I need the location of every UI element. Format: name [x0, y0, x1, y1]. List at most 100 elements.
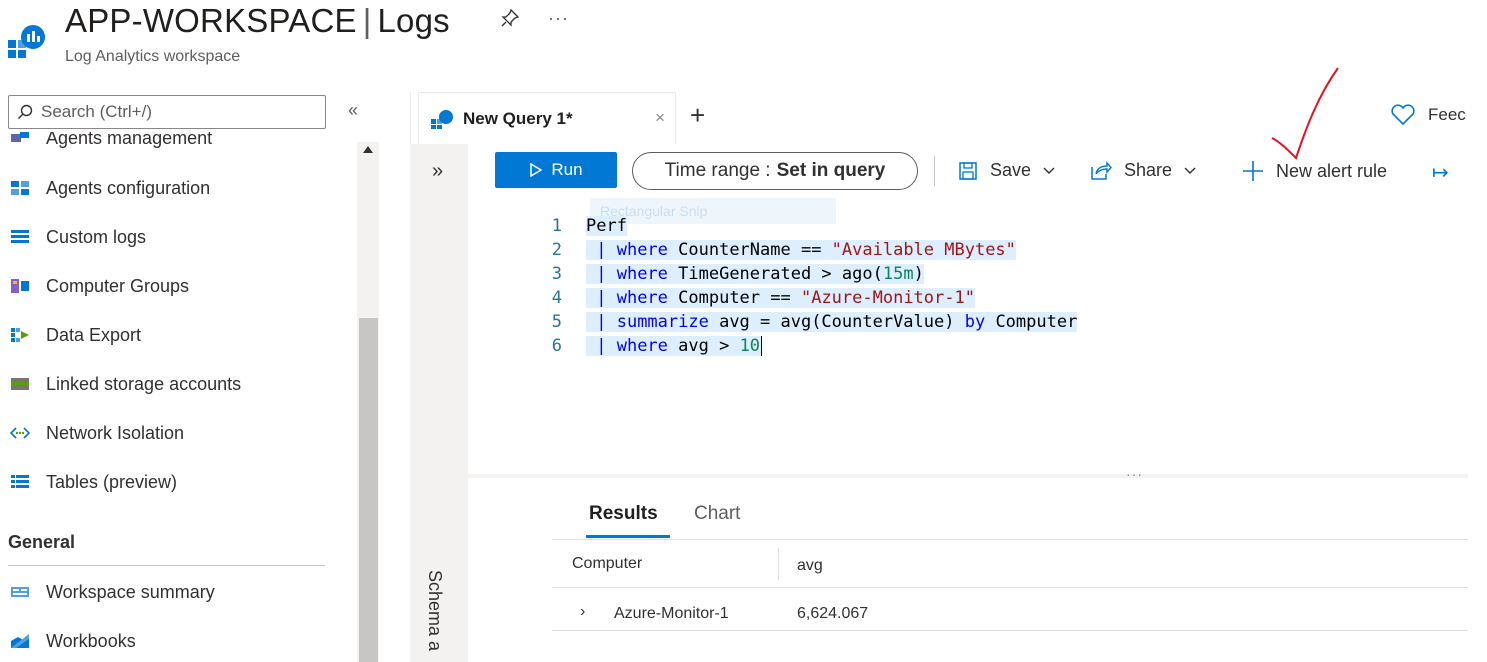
toolbar-separator [934, 156, 935, 186]
column-header-computer[interactable]: Computer [572, 555, 642, 573]
table-cell-avg: 6,624.067 [797, 605, 869, 622]
code-token: summarize [616, 312, 709, 332]
scroll-up-arrow-icon[interactable] [363, 146, 373, 153]
line-number: 3 [551, 264, 562, 284]
row-expand-icon[interactable]: › [580, 603, 585, 621]
sidebar-item-custom-logs[interactable]: Custom logs [0, 215, 340, 259]
line-number: 4 [551, 288, 562, 308]
sidebar-item-computer-groups[interactable]: Computer Groups [0, 264, 340, 308]
line-number: 1 [551, 216, 562, 236]
more-options-icon[interactable]: ··· [548, 8, 569, 29]
code-token: by [964, 312, 986, 332]
tab-chart[interactable]: Chart [694, 503, 740, 525]
code-text: | where Computer == "Azure-Monitor-1" [586, 288, 975, 308]
section-divider [8, 565, 325, 566]
column-separator[interactable] [778, 548, 779, 580]
page-title: APP-WORKSPACE | Logs [65, 2, 450, 40]
code-token: 15m [882, 264, 914, 284]
sidebar-item-label: Workspace summary [46, 581, 215, 602]
sidebar-item-tables-preview[interactable]: Tables (preview) [0, 460, 340, 504]
plus-icon [1243, 161, 1263, 181]
sidebar-scrollbar-thumb[interactable] [359, 318, 378, 662]
new-alert-label: New alert rule [1276, 160, 1388, 181]
code-token: ) [913, 264, 924, 284]
export-icon[interactable]: ↦ [1432, 160, 1449, 185]
line-number: 2 [551, 240, 562, 260]
agents-config-icon [11, 181, 29, 195]
code-token: "Azure-Monitor-1" [800, 288, 975, 308]
share-icon [1091, 160, 1112, 180]
sidebar-item-label: Workbooks [46, 630, 136, 651]
run-button[interactable]: Run [495, 152, 617, 188]
sidebar-item-label: Network Isolation [46, 422, 185, 443]
code-line[interactable]: 4 | where Computer == "Azure-Monitor-1" [468, 286, 975, 310]
collapse-sidebar-button[interactable]: « [348, 100, 358, 121]
sidebar-item-agents-management[interactable]: Agents management [0, 132, 340, 160]
table-icon [11, 475, 29, 488]
computer-groups-icon [11, 279, 29, 293]
results-row-divider [552, 630, 1468, 631]
search-input[interactable] [39, 101, 313, 123]
code-token: avg = avg(CounterValue) [708, 312, 965, 332]
code-line[interactable]: 3 | where TimeGenerated > ago(15m) [468, 262, 924, 286]
code-token: | [586, 288, 617, 308]
sidebar-item-label: Agents configuration [46, 177, 211, 198]
code-token: where [616, 288, 668, 308]
sidebar-item-label: Tables (preview) [46, 471, 178, 492]
annotation-checkmark-icon [1271, 67, 1339, 160]
time-range-value: Set in query [776, 160, 886, 181]
tab-results-underline [586, 535, 670, 538]
table-cell-computer: Azure-Monitor-1 [614, 605, 729, 622]
log-analytics-logo-icon [8, 25, 45, 58]
pin-icon[interactable] [500, 8, 520, 28]
sidebar-item-label: Computer Groups [46, 275, 190, 296]
code-token: TimeGenerated > ago( [667, 264, 883, 284]
code-line[interactable]: 1 Perf [468, 214, 627, 238]
page-title-section: Logs [377, 2, 450, 39]
sidebar-item-agents-configuration[interactable]: Agents configuration [0, 166, 340, 210]
code-token: | [586, 264, 617, 284]
add-query-tab-icon[interactable]: + [690, 100, 705, 131]
feedback-label: Feec [1428, 105, 1466, 124]
play-icon [530, 163, 543, 177]
code-token: | [586, 312, 617, 332]
results-row-divider [552, 587, 1468, 588]
agents-icon [11, 132, 29, 142]
schema-tab[interactable]: Schema a [424, 570, 445, 651]
tab-results[interactable]: Results [589, 503, 658, 525]
line-number: 6 [551, 336, 562, 356]
code-line[interactable]: 2 | where CounterName == "Available MByt… [468, 238, 1016, 262]
expand-panel-icon[interactable]: » [432, 160, 443, 183]
heart-icon [1391, 104, 1415, 126]
time-range-button[interactable]: Time range : Set in query [632, 152, 918, 190]
code-text: | where CounterName == "Available MBytes… [586, 240, 1016, 260]
column-header-avg[interactable]: avg [797, 557, 823, 575]
network-icon [10, 427, 30, 439]
page-title-separator: | [362, 2, 372, 39]
new-alert-rule-button[interactable]: New alert rule [1242, 160, 1387, 182]
save-button[interactable]: Save [958, 160, 1055, 181]
sidebar-item-network-isolation[interactable]: Network Isolation [0, 411, 340, 455]
save-label: Save [990, 160, 1032, 180]
sidebar-nav: Agents management Agents configuration C… [0, 132, 340, 662]
tab-new-query-1[interactable]: New Query 1* × [418, 92, 676, 144]
sidebar-item-data-export[interactable]: Data Export [0, 313, 340, 357]
results-header-divider [552, 539, 1468, 540]
code-line[interactable]: 6 | where avg > 10 [468, 334, 763, 358]
sidebar-item-workbooks[interactable]: Workbooks [0, 619, 340, 662]
code-token: CounterName == [667, 240, 832, 260]
share-button[interactable]: Share [1090, 160, 1196, 181]
sidebar-search[interactable] [8, 95, 326, 129]
chevron-down-icon [1184, 167, 1196, 174]
code-token: where [616, 240, 668, 260]
share-label: Share [1124, 160, 1173, 180]
close-tab-icon[interactable]: × [655, 108, 665, 128]
code-line[interactable]: 5 | summarize avg = avg(CounterValue) by… [468, 310, 1078, 334]
code-token: where [616, 264, 668, 284]
feedback-button[interactable]: Feec [1390, 104, 1466, 126]
code-text: | where avg > 10 [586, 336, 763, 356]
sidebar-item-workspace-summary[interactable]: Workspace summary [0, 570, 340, 614]
sidebar-item-linked-storage-accounts[interactable]: Linked storage accounts [0, 362, 340, 406]
search-icon [18, 104, 33, 119]
text-cursor [761, 336, 763, 356]
